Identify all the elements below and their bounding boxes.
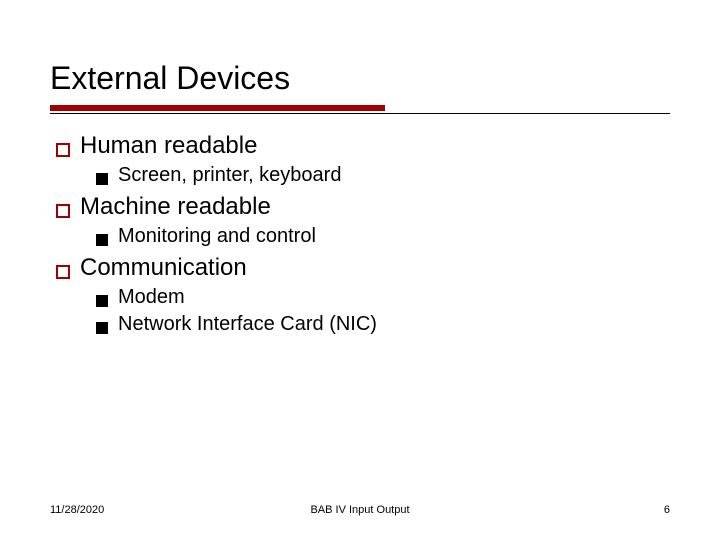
- footer-date: 11/28/2020: [50, 504, 104, 516]
- hollow-square-icon: [56, 265, 70, 279]
- filled-square-icon: [96, 322, 108, 334]
- list-item-label: Human readable: [80, 132, 257, 160]
- slide-title: External Devices: [50, 60, 670, 97]
- filled-square-icon: [96, 173, 108, 185]
- footer: 11/28/2020 BAB IV Input Output 6: [0, 504, 720, 516]
- content: Human readable Screen, printer, keyboard…: [50, 132, 670, 336]
- filled-square-icon: [96, 295, 108, 307]
- list-subitem-label: Network Interface Card (NIC): [118, 313, 377, 336]
- hollow-square-icon: [56, 204, 70, 218]
- title-bar-thin: [50, 113, 670, 114]
- slide: External Devices Human readable Screen, …: [0, 0, 720, 336]
- list-subitem-label: Screen, printer, keyboard: [118, 164, 341, 187]
- title-underline: [50, 105, 670, 114]
- list-subitem: Monitoring and control: [96, 225, 670, 248]
- list-item-label: Machine readable: [80, 193, 271, 221]
- hollow-square-icon: [56, 143, 70, 157]
- list-subitem: Network Interface Card (NIC): [96, 313, 670, 336]
- footer-center: BAB IV Input Output: [310, 504, 409, 516]
- filled-square-icon: [96, 234, 108, 246]
- list-subitem: Modem: [96, 286, 670, 309]
- title-bar-red: [50, 105, 385, 111]
- list-item-label: Communication: [80, 254, 247, 282]
- list-subitem: Screen, printer, keyboard: [96, 164, 670, 187]
- list-subitem-label: Modem: [118, 286, 185, 309]
- list-subitem-label: Monitoring and control: [118, 225, 316, 248]
- footer-page: 6: [664, 504, 670, 516]
- list-item: Human readable: [56, 132, 670, 160]
- list-item: Communication: [56, 254, 670, 282]
- list-item: Machine readable: [56, 193, 670, 221]
